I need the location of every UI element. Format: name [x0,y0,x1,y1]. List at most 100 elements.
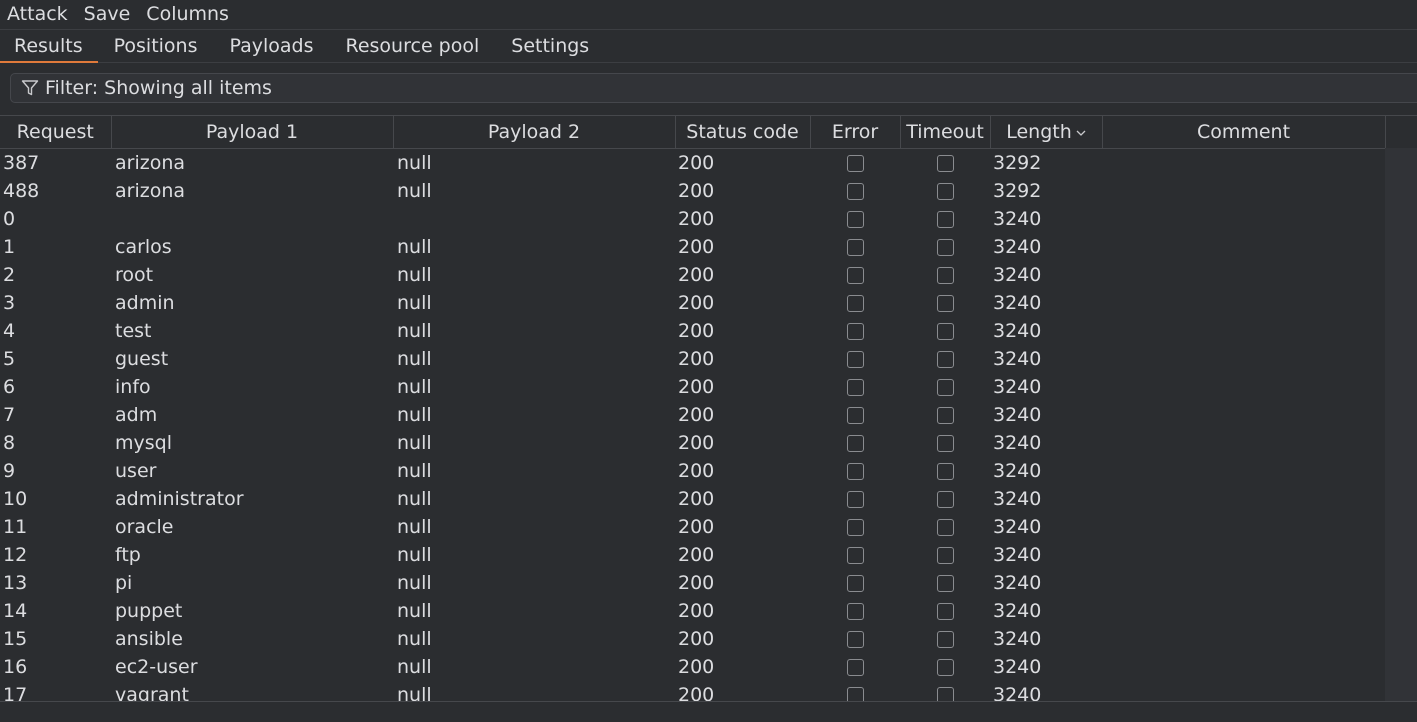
table-row[interactable]: 7 adm null 200 3240 [0,401,1385,429]
table-row[interactable]: 14 puppet null 200 3240 [0,597,1385,625]
timeout-checkbox[interactable] [936,491,954,508]
timeout-checkbox[interactable] [936,211,954,228]
timeout-checkbox[interactable] [936,659,954,676]
table-row[interactable]: 0 200 3240 [0,205,1385,233]
cell-payload1: vagrant [115,684,189,702]
error-checkbox[interactable] [846,267,864,284]
timeout-checkbox[interactable] [936,323,954,340]
table-row[interactable]: 5 guest null 200 3240 [0,345,1385,373]
timeout-checkbox[interactable] [936,519,954,536]
table-row[interactable]: 488 arizona null 200 3292 [0,177,1385,205]
column-header-error[interactable]: Error [810,116,901,149]
error-checkbox[interactable] [846,183,864,200]
table-header-row: Request Payload 1 Payload 2 Status code … [0,116,1386,149]
column-header-status-code[interactable]: Status code [675,116,811,149]
timeout-checkbox[interactable] [936,575,954,592]
table-row[interactable]: 12 ftp null 200 3240 [0,541,1385,569]
table-row[interactable]: 16 ec2-user null 200 3240 [0,653,1385,681]
timeout-checkbox[interactable] [936,295,954,312]
error-checkbox[interactable] [846,351,864,368]
cell-timeout [900,289,990,317]
cell-payload2: null [397,264,432,286]
tab-resource-pool[interactable]: Resource pool [330,30,496,62]
cell-payload1: oracle [115,516,174,538]
cell-length: 3240 [993,628,1042,650]
cell-payload2: null [397,376,432,398]
cell-request: 488 [3,180,40,202]
error-checkbox[interactable] [846,295,864,312]
error-checkbox[interactable] [846,575,864,592]
error-checkbox[interactable] [846,659,864,676]
timeout-checkbox[interactable] [936,687,954,702]
cell-timeout [900,653,990,681]
tab-payloads[interactable]: Payloads [214,30,330,62]
menu-attack[interactable]: Attack [0,0,76,29]
cell-comment [1102,177,1385,205]
cell-payload1: puppet [115,600,183,622]
vertical-scrollbar[interactable] [1385,148,1417,701]
cell-length: 3240 [993,376,1042,398]
timeout-checkbox[interactable] [936,267,954,284]
timeout-checkbox[interactable] [936,463,954,480]
timeout-checkbox[interactable] [936,183,954,200]
timeout-checkbox[interactable] [936,407,954,424]
timeout-checkbox[interactable] [936,547,954,564]
table-row[interactable]: 13 pi null 200 3240 [0,569,1385,597]
table-row[interactable]: 6 info null 200 3240 [0,373,1385,401]
cell-error [810,345,900,373]
table-row[interactable]: 4 test null 200 3240 [0,317,1385,345]
error-checkbox[interactable] [846,239,864,256]
timeout-checkbox[interactable] [936,631,954,648]
table-row[interactable]: 15 ansible null 200 3240 [0,625,1385,653]
timeout-checkbox[interactable] [936,435,954,452]
table-row[interactable]: 17 vagrant null 200 3240 [0,681,1385,702]
table-row[interactable]: 2 root null 200 3240 [0,261,1385,289]
error-checkbox[interactable] [846,379,864,396]
error-checkbox[interactable] [846,155,864,172]
column-header-timeout[interactable]: Timeout [900,116,991,149]
cell-length: 3240 [993,432,1042,454]
cell-comment [1102,149,1385,178]
cell-length: 3240 [993,516,1042,538]
table-row[interactable]: 11 oracle null 200 3240 [0,513,1385,541]
error-checkbox[interactable] [846,603,864,620]
timeout-checkbox[interactable] [936,351,954,368]
error-checkbox[interactable] [846,547,864,564]
tab-positions[interactable]: Positions [98,30,214,62]
cell-timeout [900,401,990,429]
filter-bar[interactable]: Filter: Showing all items [10,73,1417,103]
column-header-comment[interactable]: Comment [1102,116,1386,149]
menu-columns[interactable]: Columns [138,0,237,29]
error-checkbox[interactable] [846,687,864,702]
timeout-checkbox[interactable] [936,379,954,396]
tab-settings[interactable]: Settings [495,30,605,62]
cell-request: 7 [3,404,16,426]
column-header-payload1[interactable]: Payload 1 [111,116,394,149]
error-checkbox[interactable] [846,491,864,508]
table-row[interactable]: 9 user null 200 3240 [0,457,1385,485]
error-checkbox[interactable] [846,323,864,340]
timeout-checkbox[interactable] [936,239,954,256]
tab-results[interactable]: Results [0,30,98,63]
menu-save[interactable]: Save [76,0,139,29]
error-checkbox[interactable] [846,211,864,228]
cell-status-code: 200 [678,236,715,258]
cell-timeout [900,149,990,178]
column-header-request[interactable]: Request [0,116,112,149]
table-row[interactable]: 8 mysql null 200 3240 [0,429,1385,457]
cell-status-code: 200 [678,376,715,398]
error-checkbox[interactable] [846,631,864,648]
column-header-length[interactable]: Length [990,116,1103,149]
table-row[interactable]: 387 arizona null 200 3292 [0,149,1385,178]
cell-status-code: 200 [678,348,715,370]
column-header-payload2[interactable]: Payload 2 [393,116,676,149]
table-row[interactable]: 1 carlos null 200 3240 [0,233,1385,261]
table-row[interactable]: 3 admin null 200 3240 [0,289,1385,317]
error-checkbox[interactable] [846,407,864,424]
timeout-checkbox[interactable] [936,155,954,172]
table-row[interactable]: 10 administrator null 200 3240 [0,485,1385,513]
error-checkbox[interactable] [846,463,864,480]
timeout-checkbox[interactable] [936,603,954,620]
error-checkbox[interactable] [846,435,864,452]
error-checkbox[interactable] [846,519,864,536]
